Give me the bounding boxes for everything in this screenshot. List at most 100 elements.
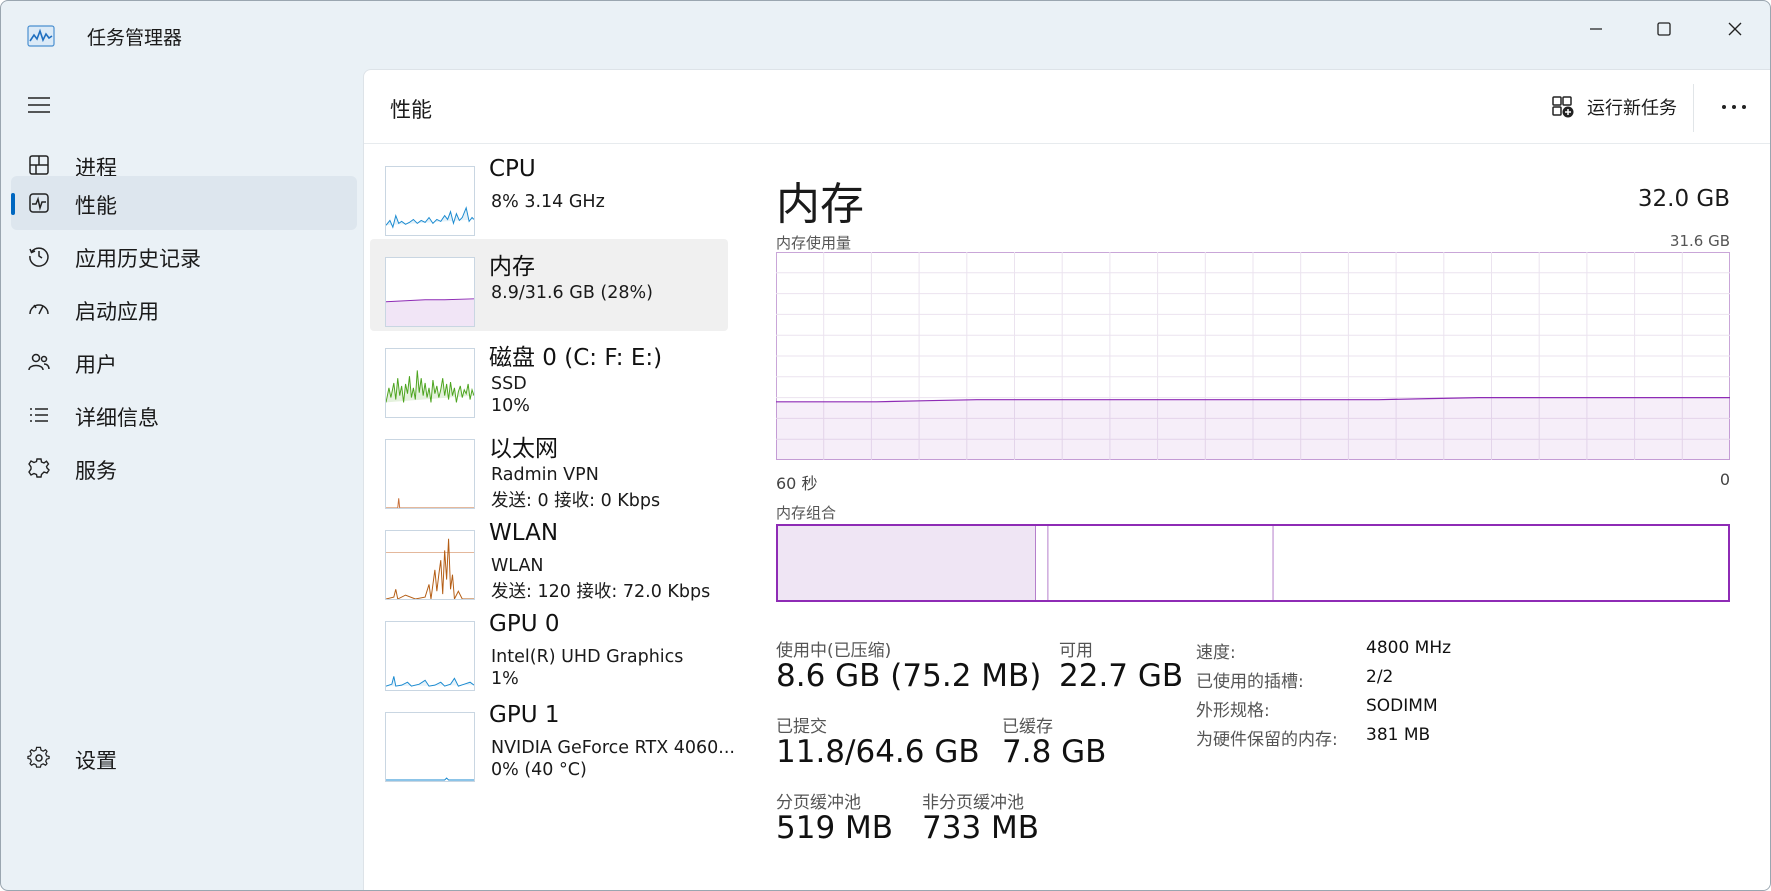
page-title: 性能 (390, 98, 432, 122)
device-name: CPU (489, 156, 536, 182)
device-name: 以太网 (489, 436, 558, 462)
history-icon (29, 247, 49, 267)
memory-detail: 内存 32.0 GB 内存使用量 31.6 GB 60 秒 0 内存组合 使用中… (776, 144, 1746, 890)
device-detail: 8% 3.14 GHz (491, 192, 605, 212)
device-detail: Intel(R) UHD Graphics (491, 647, 684, 667)
axis-right-label: 0 (1719, 470, 1730, 489)
composition-label: 内存组合 (776, 504, 837, 522)
task-manager-window: 任务管理器 进程 性能 应用历史记录 启动应用 用户 详细信息 服务 设置 性能… (0, 0, 1771, 891)
run-task-label: 运行新任务 (1587, 98, 1677, 119)
maximize-button[interactable] (1635, 9, 1693, 49)
sidebar: 进程 性能 应用历史记录 启动应用 用户 详细信息 服务 设置 (1, 69, 363, 890)
memory-composition-bar (776, 524, 1730, 602)
minimize-button[interactable] (1567, 9, 1625, 49)
device-detail: WLAN (491, 556, 544, 576)
users-icon (28, 353, 50, 371)
spec-key: 外形规格: (1196, 701, 1270, 721)
paged-pool-value: 519 MB (776, 810, 894, 846)
composition-in-use (776, 524, 1036, 602)
hamburger-menu-icon[interactable] (27, 95, 51, 115)
device-detail: NVIDIA GeForce RTX 4060... (491, 738, 735, 758)
nonpaged-pool-value: 733 MB (922, 810, 1040, 846)
memory-total: 32.0 GB (1637, 186, 1730, 212)
device-detail: 发送: 120 接收: 72.0 Kbps (491, 582, 711, 602)
memory-thumbnail-graph (385, 257, 475, 327)
processes-icon (29, 155, 49, 175)
usage-area (776, 397, 1730, 460)
device-item-memory[interactable]: 内存 8.9/31.6 GB (28%) (370, 239, 728, 331)
sidebar-item-label: 启动应用 (75, 300, 159, 324)
device-detail: SSD (491, 374, 527, 394)
device-name: GPU 0 (489, 611, 560, 637)
spec-key: 已使用的插槽: (1196, 672, 1304, 692)
device-item-cpu[interactable]: CPU 8% 3.14 GHz (370, 148, 728, 240)
disk-thumbnail-graph (385, 348, 475, 418)
device-detail: 0% (40 °C) (491, 760, 587, 780)
minimize-icon (1590, 28, 1602, 30)
cpu-thumbnail-graph (385, 166, 475, 236)
performance-icon (29, 193, 49, 213)
gear-icon (27, 746, 50, 768)
device-item-ethernet[interactable]: 以太网 Radmin VPN 发送: 0 接收: 0 Kbps (370, 421, 728, 513)
sidebar-item-label: 用户 (75, 353, 117, 377)
sidebar-item-startup[interactable]: 启动应用 (11, 282, 357, 336)
header-divider (1693, 84, 1694, 132)
detail-title: 内存 (776, 179, 864, 230)
device-detail: Radmin VPN (491, 465, 599, 485)
device-list: CPU 8% 3.14 GHz 内存 8.9/31.6 GB (28%) 磁盘 … (364, 144, 735, 890)
chart-max-label: 31.6 GB (1669, 232, 1730, 250)
cached-value: 7.8 GB (1002, 734, 1107, 770)
spec-key: 为硬件保留的内存: (1196, 730, 1338, 750)
services-icon (28, 458, 50, 478)
device-item-gpu1[interactable]: GPU 1 NVIDIA GeForce RTX 4060... 0% (40 … (370, 694, 735, 786)
task-manager-icon (27, 25, 55, 47)
sidebar-item-label: 性能 (75, 194, 117, 218)
sidebar-item-performance[interactable]: 性能 (11, 176, 357, 230)
committed-value: 11.8/64.6 GB (776, 734, 980, 770)
available-value: 22.7 GB (1059, 658, 1184, 694)
sidebar-item-settings[interactable]: 设置 (11, 731, 357, 785)
run-new-task-button[interactable]: 运行新任务 (1551, 92, 1677, 122)
sidebar-item-label: 服务 (75, 459, 117, 483)
spec-value: 4800 MHz (1366, 638, 1452, 658)
spec-value: 2/2 (1366, 667, 1394, 687)
active-indicator (11, 193, 15, 215)
spec-value: SODIMM (1366, 696, 1438, 716)
main-header: 性能 运行新任务 (364, 70, 1770, 144)
spec-value: 381 MB (1366, 725, 1431, 745)
close-button[interactable] (1706, 9, 1764, 49)
sidebar-item-label: 设置 (75, 749, 117, 773)
device-item-wlan[interactable]: WLAN WLAN 发送: 120 接收: 72.0 Kbps (370, 512, 728, 604)
sidebar-item-users[interactable]: 用户 (11, 335, 357, 389)
sidebar-item-services[interactable]: 服务 (11, 441, 357, 495)
sidebar-item-app-history[interactable]: 应用历史记录 (11, 229, 357, 283)
title-bar[interactable]: 任务管理器 (1, 1, 1770, 69)
device-name: 内存 (489, 254, 535, 280)
device-name: 磁盘 0 (C: F: E:) (489, 345, 663, 371)
window-title: 任务管理器 (87, 27, 183, 49)
main-panel: 性能 运行新任务 CPU 8% 3.14 GHz 内存 8.9/31.6 GB … (363, 69, 1770, 890)
run-task-icon (1552, 96, 1574, 118)
device-item-gpu0[interactable]: GPU 0 Intel(R) UHD Graphics 1% (370, 603, 728, 695)
gpu1-thumbnail-graph (385, 712, 475, 782)
details-icon (30, 408, 48, 422)
sidebar-item-label: 详细信息 (75, 406, 159, 430)
gpu0-thumbnail-graph (385, 621, 475, 691)
sidebar-item-label: 应用历史记录 (75, 247, 201, 271)
spec-key: 速度: (1196, 643, 1236, 663)
device-name: WLAN (489, 520, 559, 546)
startup-icon (29, 304, 49, 315)
more-options-icon[interactable] (1716, 92, 1752, 122)
device-item-disk[interactable]: 磁盘 0 (C: F: E:) SSD 10% (370, 330, 728, 422)
chart-label: 内存使用量 (776, 234, 852, 252)
sidebar-item-details[interactable]: 详细信息 (11, 388, 357, 442)
device-name: GPU 1 (489, 702, 560, 728)
maximize-icon (1657, 22, 1671, 36)
device-detail: 发送: 0 接收: 0 Kbps (491, 491, 661, 511)
close-icon (1728, 22, 1742, 36)
device-detail: 1% (491, 669, 519, 689)
memory-usage-chart (776, 252, 1730, 460)
in-use-value: 8.6 GB (75.2 MB) (776, 658, 1042, 694)
device-detail: 10% (491, 396, 530, 416)
device-detail: 8.9/31.6 GB (28%) (491, 283, 653, 303)
